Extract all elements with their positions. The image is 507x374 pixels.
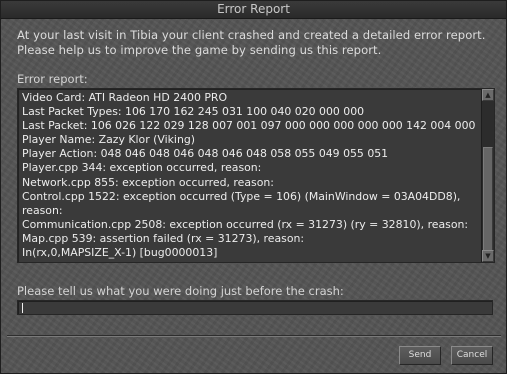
report-line: Player.cpp 344: exception occurred, reas… <box>22 161 262 175</box>
report-line: reason: <box>22 203 63 217</box>
scroll-up-button[interactable]: ▲ <box>482 89 494 101</box>
crash-description-label: Please tell us what you were doing just … <box>17 284 344 298</box>
error-report-textarea[interactable]: Video Card: ATI Radeon HD 2400 PRO Last … <box>17 88 495 263</box>
report-line: Player Name: Zazy Klor (Viking) <box>22 133 196 147</box>
cancel-button[interactable]: Cancel <box>451 346 493 365</box>
report-line: Communication.cpp 2508: exception occurr… <box>22 217 469 231</box>
crash-description-input[interactable] <box>17 300 493 315</box>
divider <box>7 335 501 337</box>
report-line: Network.cpp 855: exception occurred, rea… <box>22 175 274 189</box>
report-line: Control.cpp 1522: exception occurred (Ty… <box>22 189 461 203</box>
report-line: Player Action: 048 046 048 046 048 046 0… <box>22 147 389 161</box>
error-report-content: Video Card: ATI Radeon HD 2400 PRO Last … <box>22 91 478 260</box>
report-line: Map.cpp 539: assertion failed (rx = 3127… <box>22 231 305 245</box>
arrow-up-icon: ▲ <box>485 91 491 99</box>
text-caret <box>22 303 23 313</box>
send-button[interactable]: Send <box>399 346 441 365</box>
report-line: Video Card: ATI Radeon HD 2400 PRO <box>22 91 228 104</box>
report-line: In(rx,0,MAPSIZE_X-1) [bug0000013] <box>22 246 218 260</box>
intro-text: At your last visit in Tibia your client … <box>17 28 486 57</box>
dialog-title: Error Report <box>1 1 506 19</box>
report-line: Last Packet Types: 106 170 162 245 031 1… <box>22 105 365 119</box>
arrow-down-icon: ▼ <box>485 252 491 260</box>
error-report-label: Error report: <box>17 72 88 86</box>
scroll-down-button[interactable]: ▼ <box>482 250 494 262</box>
report-scrollbar[interactable]: ▲ ▼ <box>481 89 494 262</box>
report-line: Last Packet: 106 026 122 029 128 007 001… <box>22 119 476 133</box>
error-report-dialog: Error Report At your last visit in Tibia… <box>0 0 507 374</box>
scrollbar-thumb[interactable] <box>483 147 493 251</box>
